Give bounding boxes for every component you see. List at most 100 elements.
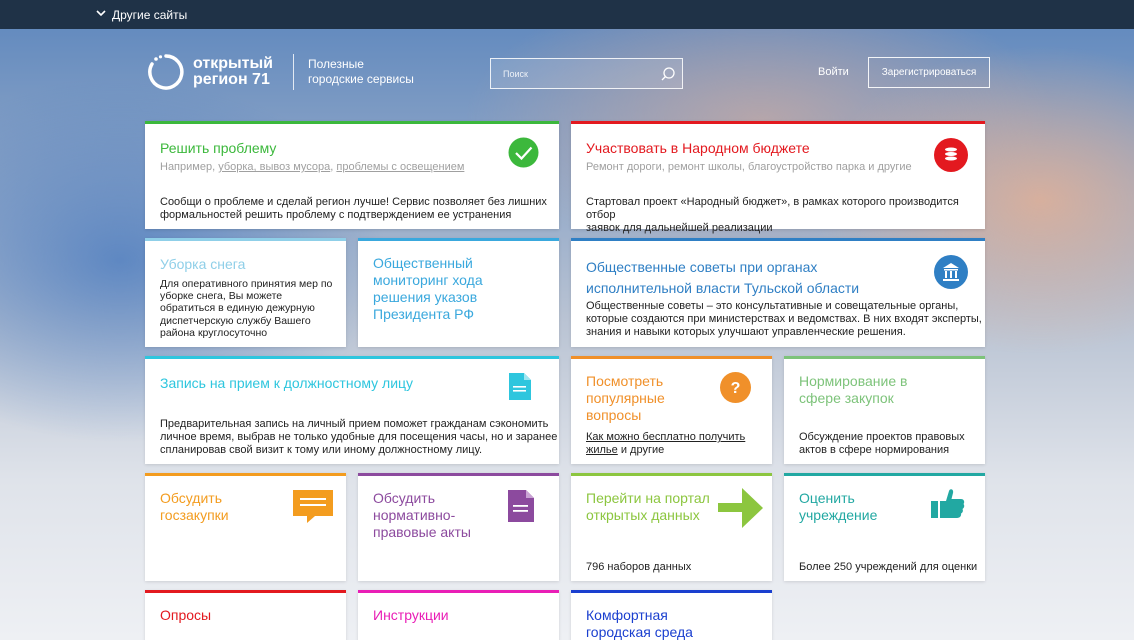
desc-line: уборке снега, Вы можете	[160, 290, 283, 303]
card-description: Стартовал проект «Народный бюджет», в ра…	[586, 196, 985, 235]
other-sites-link[interactable]: Другие сайты	[112, 8, 187, 22]
hint-link-lighting[interactable]: проблемы с освещением	[336, 161, 464, 173]
card-popular-questions[interactable]: Посмотреть популярные вопросы Как можно …	[571, 356, 772, 464]
logo-divider	[293, 54, 294, 90]
document-icon	[508, 490, 534, 522]
title-line: госзакупки	[160, 507, 229, 523]
title-line: Общественные советы при органах	[586, 259, 818, 275]
desc-line: Общественные советы – это консультативны…	[586, 300, 959, 312]
card-description: Предварительная запись на личный прием п…	[160, 418, 557, 457]
card-comfortable-city[interactable]: Комфортная городская среда	[571, 590, 772, 640]
title-line: Президента РФ	[373, 306, 475, 322]
card-open-data-portal[interactable]: Перейти на портал открытых данных 796 на…	[571, 473, 772, 581]
top-bar: Другие сайты	[0, 0, 1134, 29]
chat-bubble-icon	[293, 490, 333, 523]
card-snow-removal[interactable]: Уборка снега Для оперативного принятия м…	[145, 238, 346, 347]
svg-text:?: ?	[731, 380, 741, 397]
thumbs-up-icon	[931, 489, 965, 518]
card-public-monitoring[interactable]: Общественный мониторинг хода решения ука…	[358, 238, 559, 347]
card-instructions[interactable]: Инструкции	[358, 590, 559, 640]
card-title: Инструкции	[373, 607, 449, 623]
title-line: открытых данных	[586, 507, 700, 523]
card-public-councils[interactable]: Общественные советы при органах исполнит…	[571, 238, 985, 347]
logo-line1: открытый	[193, 55, 273, 72]
desc-line: заявок для дальнейшей реализации	[586, 222, 773, 234]
card-title: Решить проблему	[160, 140, 277, 156]
chevron-down-icon[interactable]	[96, 9, 106, 17]
card-title: Оценить учреждение	[799, 490, 877, 524]
logo-subtitle-line1: Полезные	[308, 57, 364, 71]
title-line: Перейти на портал	[586, 490, 710, 506]
desc-line: актов в сфере нормирования	[799, 444, 950, 456]
title-line: правовые акты	[373, 524, 471, 540]
logo-subtitle: Полезные городские сервисы	[308, 57, 414, 87]
question-icon: ?	[720, 372, 751, 403]
card-description: Для оперативного принятия мер по уборке …	[160, 278, 332, 339]
desc-line: диспетчерскую службу Вашего	[160, 314, 311, 327]
search-input[interactable]	[503, 68, 653, 79]
title-line: Обсудить	[373, 490, 435, 506]
card-description: Общественные советы – это консультативны…	[586, 300, 982, 339]
logo-subtitle-line2: городские сервисы	[308, 72, 414, 86]
desc-line: формальностей решить проблему с подтверж…	[160, 209, 512, 221]
government-building-icon	[934, 255, 968, 289]
card-description: Как можно бесплатно получить жилье и дру…	[586, 431, 745, 457]
card-polls[interactable]: Опросы	[145, 590, 346, 640]
hint-link-garbage[interactable]: уборка, вывоз мусора	[218, 161, 330, 173]
login-link[interactable]: Войти	[818, 66, 849, 78]
site-logo[interactable]: открытый регион 71 Полезные городские се…	[147, 53, 414, 91]
card-title: Обсудить нормативно- правовые акты	[373, 490, 471, 541]
hint-prefix: Например,	[160, 161, 219, 173]
desc-line: личное время, выбрав не только удобные д…	[160, 431, 558, 443]
arrow-right-icon	[718, 488, 763, 528]
card-rate-institution[interactable]: Оценить учреждение Более 250 учреждений …	[784, 473, 985, 581]
faq-link[interactable]: Как можно бесплатно получить	[586, 431, 745, 443]
coins-icon	[934, 138, 968, 172]
desc-line: Обсуждение проектов правовых	[799, 431, 965, 443]
card-title: Обсудить госзакупки	[160, 490, 229, 524]
card-title: Общественный мониторинг хода решения ука…	[373, 255, 483, 323]
title-line: Обсудить	[160, 490, 222, 506]
faq-suffix: и другие	[617, 444, 665, 456]
search-icon[interactable]	[660, 66, 676, 82]
card-title: Уборка снега	[160, 256, 246, 272]
title-line: сфере закупок	[799, 390, 894, 406]
desc-line: Стартовал проект «Народный бюджет», в ра…	[586, 196, 959, 221]
title-line: городская среда	[586, 624, 693, 640]
title-line: Оценить	[799, 490, 855, 506]
card-title: Запись на прием к должностному лицу	[160, 375, 414, 391]
register-button[interactable]: Зарегистрироваться	[868, 57, 990, 88]
title-line: Нормирование в	[799, 373, 908, 389]
card-procurement-norms[interactable]: Нормирование в сфере закупок Обсуждение …	[784, 356, 985, 464]
title-line: решения указов	[373, 289, 478, 305]
card-description: Сообщи о проблеме и сделай регион лучше!…	[160, 196, 547, 222]
card-footer: 796 наборов данных	[586, 561, 692, 573]
card-title: Посмотреть популярные вопросы	[586, 373, 665, 424]
card-footer: Более 250 учреждений для оценки	[799, 561, 978, 573]
desc-line: Сообщи о проблеме и сделай регион лучше!…	[160, 196, 547, 208]
card-discuss-legal-acts[interactable]: Обсудить нормативно- правовые акты	[358, 473, 559, 581]
title-line: популярные	[586, 390, 665, 406]
search-box	[490, 58, 683, 89]
logo-line2: регион 71	[193, 71, 270, 88]
title-line: нормативно-	[373, 507, 456, 523]
card-title: Участвовать в Народном бюджете	[586, 140, 810, 156]
title-line: Посмотреть	[586, 373, 664, 389]
card-solve-problem[interactable]: Решить проблему Например, уборка, вывоз …	[145, 121, 559, 229]
title-line: Общественный	[373, 255, 473, 271]
card-title: Комфортная городская среда	[586, 607, 693, 640]
card-appointment[interactable]: Запись на прием к должностному лицу Пред…	[145, 356, 559, 464]
faq-link-housing[interactable]: жилье	[586, 444, 618, 456]
card-discuss-procurement[interactable]: Обсудить госзакупки	[145, 473, 346, 581]
card-title: Общественные советы при органах исполнит…	[586, 257, 859, 299]
logo-text: открытый регион 71	[193, 56, 273, 88]
card-people-budget[interactable]: Участвовать в Народном бюджете Ремонт до…	[571, 121, 985, 234]
card-title: Опросы	[160, 607, 212, 623]
card-description: Обсуждение проектов правовых актов в сфе…	[799, 431, 965, 457]
document-icon	[509, 373, 531, 400]
card-hint: Например, уборка, вывоз мусора, проблемы…	[160, 161, 464, 173]
desc-line: района круглосуточно	[160, 326, 268, 339]
title-line: учреждение	[799, 507, 878, 523]
card-subtitle: Ремонт дороги, ремонт школы, благоустрой…	[586, 161, 912, 173]
desc-line: Предварительная запись на личный прием п…	[160, 418, 549, 430]
